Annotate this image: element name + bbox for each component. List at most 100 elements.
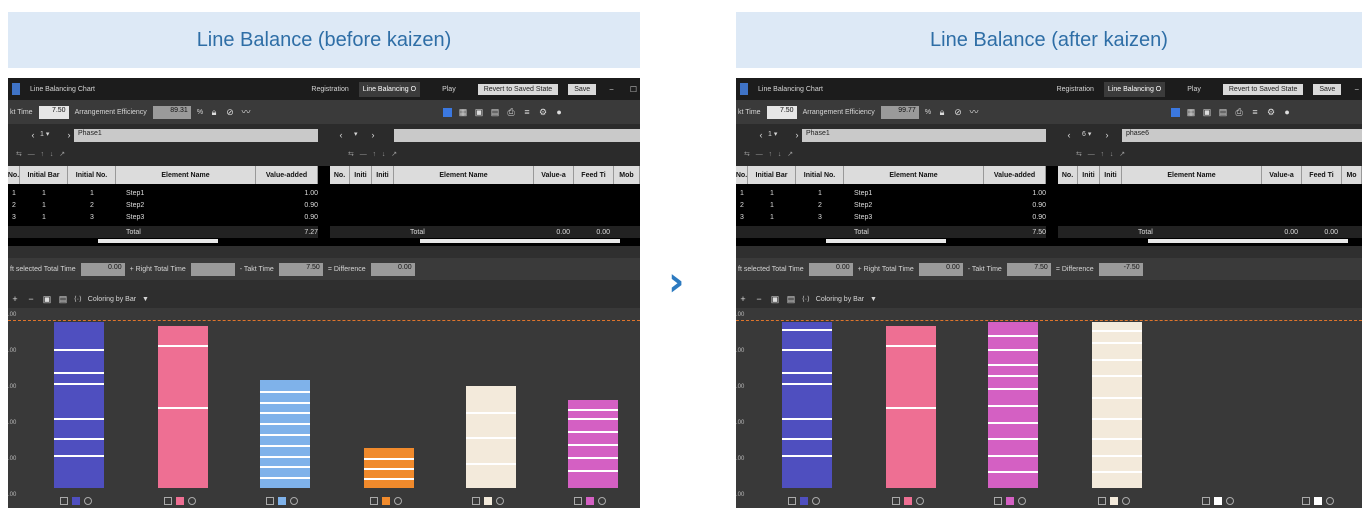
bar-column[interactable] xyxy=(988,322,1038,488)
tab-registration[interactable]: Registration xyxy=(311,86,348,93)
col-initi-b[interactable]: Initi xyxy=(372,166,394,184)
chevron-right-icon[interactable]: › xyxy=(64,130,74,140)
maximize-icon[interactable]: ☐ xyxy=(627,85,640,94)
revert-button[interactable]: Revert to Saved State xyxy=(477,83,559,95)
col-element-name-2[interactable]: Element Name xyxy=(394,166,534,184)
bar-controls-icon[interactable] xyxy=(788,496,826,506)
minimize-icon[interactable]: − xyxy=(1351,85,1362,94)
bar-controls-icon[interactable] xyxy=(574,496,612,506)
format-icon-2[interactable]: ⇆ — ↑ ↓ ↗ xyxy=(1076,150,1125,158)
coloring-select[interactable]: Coloring by Bar xyxy=(816,296,864,303)
list-icon[interactable]: ≡ xyxy=(522,107,532,117)
expand-icon[interactable]: ⟨·⟩ xyxy=(802,295,810,303)
col-mob[interactable]: Mob xyxy=(614,166,640,184)
zoom-out-icon[interactable]: − xyxy=(754,294,764,304)
col-initi-b[interactable]: Initi xyxy=(1100,166,1122,184)
takt-input[interactable]: 7.50 xyxy=(38,105,69,119)
grid-icon[interactable]: ▦ xyxy=(1186,107,1196,117)
photo-icon[interactable]: ▤ xyxy=(490,107,500,117)
help-icon[interactable]: ● xyxy=(554,107,564,117)
table-row[interactable]: 3 1 3 Step3 0.90 xyxy=(736,211,1046,223)
chevron-right-icon-2[interactable]: › xyxy=(368,130,378,140)
format-icon[interactable]: ⇆ — ↑ ↓ ↗ xyxy=(16,150,65,158)
col-initi-a[interactable]: Initi xyxy=(350,166,372,184)
bar-column[interactable] xyxy=(260,380,310,488)
col-no-2[interactable]: No. xyxy=(330,166,350,184)
col-initial-no[interactable]: Initial No. xyxy=(796,166,844,184)
line-graph-icon[interactable]: 〰 xyxy=(969,107,979,117)
help-icon[interactable]: ● xyxy=(1282,107,1292,117)
h-scrollbar-2[interactable] xyxy=(420,239,620,243)
bar-controls-icon[interactable] xyxy=(370,496,408,506)
list-icon[interactable]: ≡ xyxy=(1250,107,1260,117)
h-scrollbar-2[interactable] xyxy=(1148,239,1348,243)
minimize-icon[interactable]: − xyxy=(606,85,617,94)
fit-icon[interactable]: ▣ xyxy=(42,294,52,304)
takt-input[interactable]: 7.50 xyxy=(766,105,797,119)
line-graph-icon[interactable]: 〰 xyxy=(241,107,251,117)
h-scrollbar[interactable] xyxy=(98,239,218,243)
bar-column[interactable] xyxy=(886,326,936,488)
fit-icon[interactable]: ▣ xyxy=(770,294,780,304)
tab-play[interactable]: Play xyxy=(430,86,468,93)
chevron-down-icon[interactable]: ▼ xyxy=(142,296,149,303)
chevron-right-icon-2[interactable]: › xyxy=(1102,130,1112,140)
chevron-right-icon[interactable]: › xyxy=(792,130,802,140)
bar-controls-icon[interactable] xyxy=(1202,496,1240,506)
expand-icon[interactable]: ⟨·⟩ xyxy=(74,295,82,303)
bar-controls-icon[interactable] xyxy=(1098,496,1136,506)
col-element-name[interactable]: Element Name xyxy=(116,166,256,184)
tab-line-balancing[interactable]: Line Balancing O xyxy=(358,81,421,97)
col-mob[interactable]: Mo xyxy=(1342,166,1362,184)
bar-controls-icon[interactable] xyxy=(994,496,1032,506)
tab-play[interactable]: Play xyxy=(1175,86,1213,93)
chevron-left-icon[interactable]: ‹ xyxy=(756,130,766,140)
col-initial-bar[interactable]: Initial Bar xyxy=(20,166,68,184)
col-value-a[interactable]: Value-a xyxy=(1262,166,1302,184)
save-button[interactable]: Save xyxy=(1313,83,1342,95)
col-initi-a[interactable]: Initi xyxy=(1078,166,1100,184)
col-no-2[interactable]: No. xyxy=(1058,166,1078,184)
print-icon[interactable]: ⎙ xyxy=(1234,107,1244,117)
format-icon-2[interactable]: ⇆ — ↑ ↓ ↗ xyxy=(348,150,397,158)
phase-left-select[interactable]: Phase1 xyxy=(802,129,1046,142)
bar-column[interactable] xyxy=(364,448,414,488)
cancel-icon[interactable]: ⊘ xyxy=(953,107,963,117)
bar-column[interactable] xyxy=(1092,322,1142,488)
view-icon[interactable] xyxy=(1171,107,1181,117)
stack-icon[interactable]: ▤ xyxy=(786,294,796,304)
bar-column[interactable] xyxy=(54,322,104,488)
chevron-left-icon-2[interactable]: ‹ xyxy=(1064,130,1074,140)
lock-icon[interactable]: 🔒︎ xyxy=(937,107,947,117)
image-icon[interactable]: ▣ xyxy=(1202,107,1212,117)
col-value-added[interactable]: Value-added xyxy=(256,166,318,184)
bar-controls-icon[interactable] xyxy=(266,496,304,506)
col-initial-bar[interactable]: Initial Bar xyxy=(748,166,796,184)
save-button[interactable]: Save xyxy=(568,83,597,95)
col-initial-no[interactable]: Initial No. xyxy=(68,166,116,184)
h-scrollbar[interactable] xyxy=(826,239,946,243)
bar-controls-icon[interactable] xyxy=(60,496,98,506)
tab-line-balancing[interactable]: Line Balancing O xyxy=(1103,81,1166,97)
chevron-left-icon[interactable]: ‹ xyxy=(28,130,38,140)
chevron-left-icon-2[interactable]: ‹ xyxy=(336,130,346,140)
bar-column[interactable] xyxy=(782,322,832,488)
table-row[interactable]: 1 1 1 Step1 1.00 xyxy=(8,187,318,199)
table-row[interactable]: 2 1 2 Step2 0.90 xyxy=(8,199,318,211)
grid-icon[interactable]: ▦ xyxy=(458,107,468,117)
stack-icon[interactable]: ▤ xyxy=(58,294,68,304)
format-icon[interactable]: ⇆ — ↑ ↓ ↗ xyxy=(744,150,793,158)
lock-icon[interactable]: 🔒︎ xyxy=(209,107,219,117)
col-value-a[interactable]: Value-a xyxy=(534,166,574,184)
chevron-down-icon[interactable]: ▼ xyxy=(870,296,877,303)
bar-controls-icon[interactable] xyxy=(472,496,510,506)
table-row[interactable]: 2 1 2 Step2 0.90 xyxy=(736,199,1046,211)
bar-controls-icon[interactable] xyxy=(1302,496,1340,506)
gear-icon[interactable]: ⚙ xyxy=(1266,107,1276,117)
view-icon[interactable] xyxy=(443,107,453,117)
col-feed[interactable]: Feed Ti xyxy=(574,166,614,184)
phase-left-select[interactable]: Phase1 xyxy=(74,129,318,142)
print-icon[interactable]: ⎙ xyxy=(506,107,516,117)
col-element-name[interactable]: Element Name xyxy=(844,166,984,184)
gear-icon[interactable]: ⚙ xyxy=(538,107,548,117)
